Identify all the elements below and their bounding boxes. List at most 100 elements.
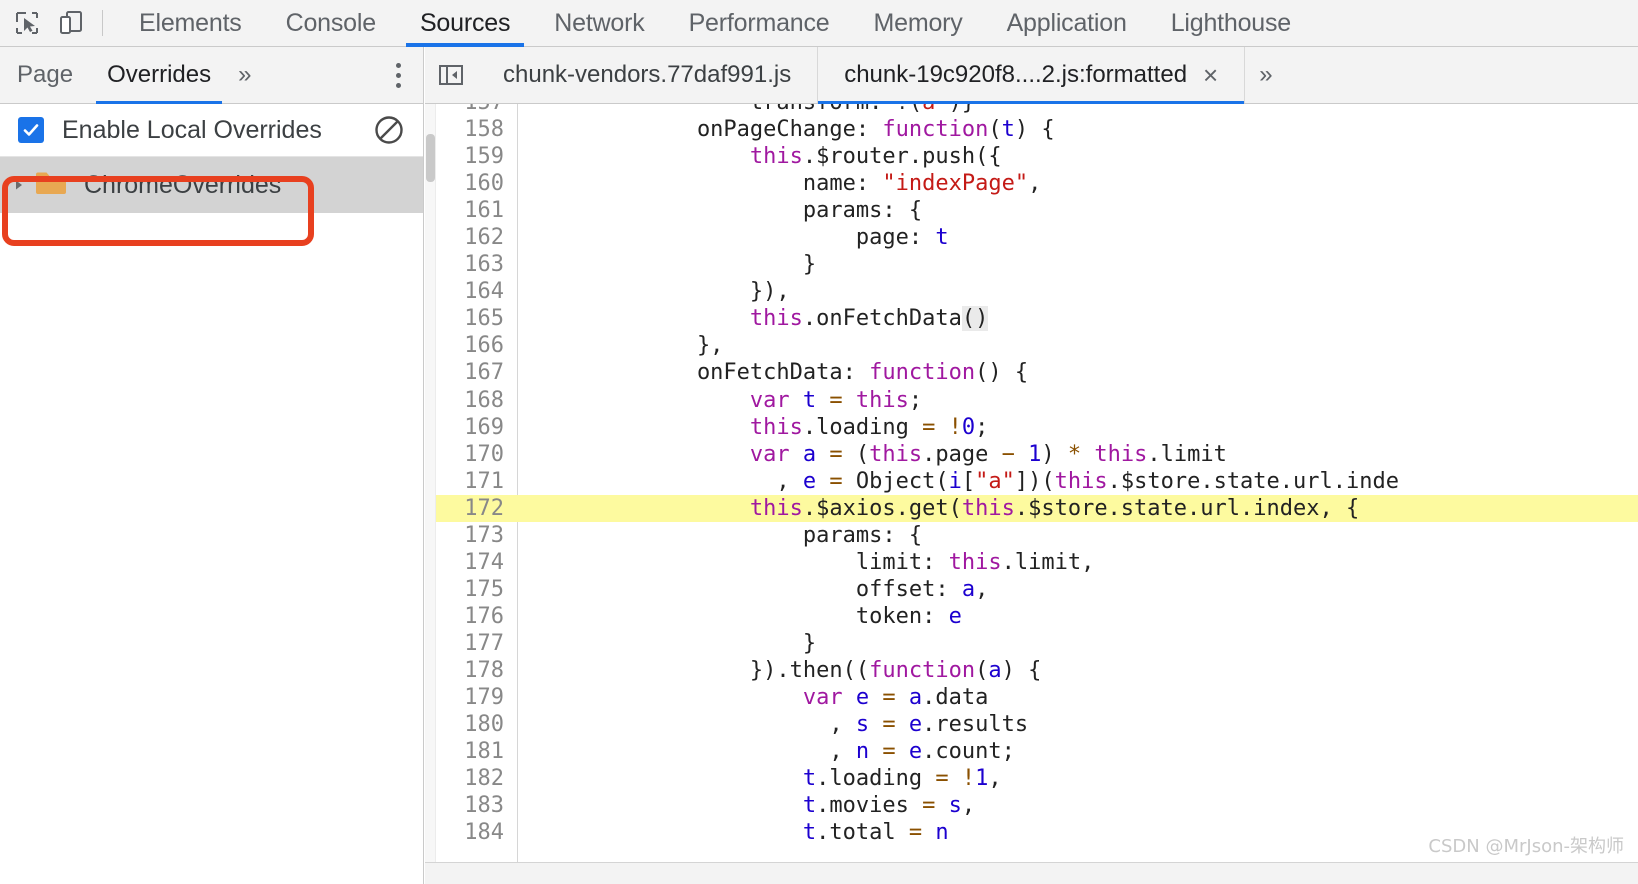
code-line[interactable]: 178 }).then((function(a) { — [436, 657, 1638, 684]
code-line[interactable]: 183 t.movies = s, — [436, 792, 1638, 819]
enable-local-overrides-checkbox[interactable] — [18, 117, 44, 143]
line-number[interactable]: 164 — [436, 279, 516, 304]
code-line[interactable]: 162 page: t — [436, 224, 1638, 251]
line-number[interactable]: 159 — [436, 144, 516, 169]
code-scrollbar-thumb[interactable] — [426, 134, 435, 182]
code-line[interactable]: 159 this.$router.push({ — [436, 143, 1638, 170]
line-number[interactable]: 170 — [436, 442, 516, 467]
code-token: = — [922, 414, 936, 440]
show-navigator-icon[interactable] — [425, 47, 477, 103]
panel-tab-sources[interactable]: Sources — [398, 0, 532, 47]
code-scrollbar-track[interactable] — [425, 104, 436, 884]
device-toolbar-icon[interactable] — [56, 8, 86, 38]
code-line[interactable]: 164 }), — [436, 278, 1638, 305]
code-token: , — [538, 739, 856, 765]
panel-tab-lighthouse[interactable]: Lighthouse — [1149, 0, 1313, 46]
code-line[interactable]: 175 offset: a, — [436, 576, 1638, 603]
code-line-text: , s = e.results — [516, 712, 1638, 737]
panel-tab-performance[interactable]: Performance — [667, 0, 852, 46]
code-line[interactable]: 160 name: "indexPage", — [436, 170, 1638, 197]
line-number[interactable]: 160 — [436, 171, 516, 196]
line-number[interactable]: 184 — [436, 820, 516, 845]
code-line-text: var e = a.data — [516, 685, 1638, 710]
panel-tab-label: Lighthouse — [1170, 8, 1292, 37]
panel-tab-application[interactable]: Application — [985, 0, 1149, 46]
code-line[interactable]: 174 limit: this.limit, — [436, 549, 1638, 576]
code-line-text: params: { — [516, 198, 1638, 223]
code-token: .onFetchData — [802, 306, 962, 332]
panel-tab-memory[interactable]: Memory — [851, 0, 984, 46]
line-number[interactable]: 176 — [436, 604, 516, 629]
panel-tab-console[interactable]: Console — [264, 0, 398, 46]
line-number[interactable]: 175 — [436, 577, 516, 602]
line-number[interactable]: 167 — [436, 360, 516, 385]
code-line[interactable]: 182 t.loading = !1, — [436, 765, 1638, 792]
code-line[interactable]: 179 var e = a.data — [436, 684, 1638, 711]
line-number[interactable]: 181 — [436, 739, 516, 764]
code-line[interactable]: 161 params: { — [436, 197, 1638, 224]
line-number[interactable]: 179 — [436, 685, 516, 710]
code-token: onFetchData: — [538, 360, 870, 386]
expand-arrow-icon[interactable] — [6, 178, 32, 192]
code-line[interactable]: 170 var a = (this.page − 1) * this.limit — [436, 441, 1638, 468]
clear-configuration-icon[interactable] — [373, 114, 405, 146]
line-number[interactable]: 178 — [436, 658, 516, 683]
code-line[interactable]: 171 , e = Object(i["a"])(this.$store.sta… — [436, 468, 1638, 495]
sidebar-tab-page[interactable]: Page — [0, 47, 90, 103]
panel-tab-network[interactable]: Network — [532, 0, 666, 46]
code-line-text: transform: !(a )} — [516, 104, 1638, 115]
code-line[interactable]: 167 onFetchData: function() { — [436, 359, 1638, 386]
line-number[interactable]: 163 — [436, 252, 516, 277]
line-number[interactable]: 183 — [436, 793, 516, 818]
code-token: ) { — [1014, 117, 1055, 143]
file-tab-chunk-vendors[interactable]: chunk-vendors.77daf991.js — [477, 47, 819, 103]
line-number[interactable]: 171 — [436, 469, 516, 494]
code-line[interactable]: 168 var t = this; — [436, 387, 1638, 414]
line-number[interactable]: 173 — [436, 523, 516, 548]
code-line[interactable]: 173 params: { — [436, 522, 1638, 549]
code-line[interactable]: 165 this.onFetchData() — [436, 305, 1638, 332]
code-token: ) { — [1001, 658, 1042, 683]
line-number[interactable]: 161 — [436, 198, 516, 223]
code-line[interactable]: 158 onPageChange: function(t) { — [436, 116, 1638, 143]
code-line[interactable]: 181 , n = e.count; — [436, 738, 1638, 765]
sidebar-more-options-icon[interactable] — [396, 47, 401, 103]
line-number[interactable]: 177 — [436, 631, 516, 656]
code-token: = — [829, 441, 843, 467]
line-number[interactable]: 168 — [436, 388, 516, 413]
file-tab-chunk-19c920f8[interactable]: chunk-19c920f8....2.js:formatted × — [818, 47, 1246, 104]
code-token: "indexPage" — [882, 171, 1029, 197]
line-number[interactable]: 158 — [436, 117, 516, 142]
code-line[interactable]: 172 this.$axios.get(this.$store.state.ur… — [436, 494, 1638, 522]
sidebar-tab-overrides[interactable]: Overrides — [90, 47, 228, 104]
code-line[interactable]: 180 , s = e.results — [436, 711, 1638, 738]
overrides-folder-row[interactable]: ChromeOverrides — [0, 157, 423, 213]
line-number[interactable]: 165 — [436, 306, 516, 331]
line-number[interactable]: 157 — [436, 104, 516, 115]
line-number[interactable]: 166 — [436, 333, 516, 358]
line-number[interactable]: 162 — [436, 225, 516, 250]
code-line[interactable]: 166 }, — [436, 332, 1638, 359]
inspect-element-icon[interactable] — [12, 8, 42, 38]
line-number[interactable]: 172 — [436, 496, 516, 521]
code-line[interactable]: 177 } — [436, 630, 1638, 657]
line-number[interactable]: 180 — [436, 712, 516, 737]
code-line[interactable]: 176 token: e — [436, 603, 1638, 630]
code-line[interactable]: 157 transform: !(a )} — [436, 104, 1638, 116]
enable-local-overrides-label: Enable Local Overrides — [62, 115, 322, 144]
code-token: this — [855, 387, 909, 413]
panel-tab-elements[interactable]: Elements — [117, 0, 264, 46]
line-number[interactable]: 169 — [436, 415, 516, 440]
line-number[interactable]: 174 — [436, 550, 516, 575]
code-line[interactable]: 163 } — [436, 251, 1638, 278]
code-line[interactable]: 169 this.loading = !0; — [436, 414, 1638, 441]
close-icon[interactable]: × — [1203, 62, 1218, 88]
code-line-text: var t = this; — [516, 388, 1638, 413]
line-number[interactable]: 182 — [436, 766, 516, 791]
sidebar-more-tabs-icon[interactable]: » — [228, 47, 261, 103]
code-editor[interactable]: 157 transform: !(a )}158 onPageChange: f… — [425, 104, 1638, 884]
file-tabs-more-icon[interactable]: » — [1245, 47, 1286, 103]
